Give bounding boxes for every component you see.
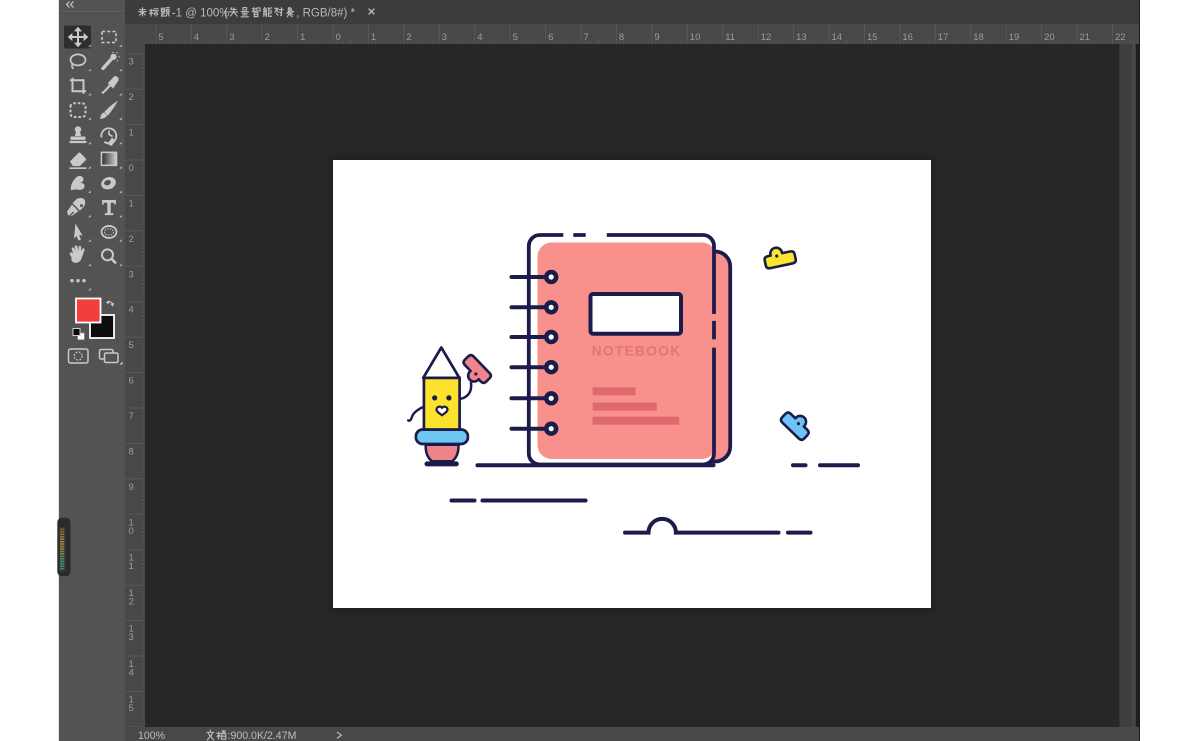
- svg-text:0: 0: [129, 163, 134, 174]
- svg-text:100%: 100%: [138, 730, 166, 741]
- svg-text:10: 10: [690, 32, 701, 43]
- svg-text:2: 2: [129, 92, 134, 103]
- svg-text:0: 0: [129, 526, 134, 537]
- svg-text:5: 5: [513, 32, 518, 43]
- svg-text:13: 13: [796, 32, 807, 43]
- svg-text:5: 5: [129, 703, 134, 714]
- svg-text:15: 15: [867, 32, 878, 43]
- svg-text:4: 4: [129, 305, 134, 316]
- svg-text:18: 18: [973, 32, 984, 43]
- svg-text:2: 2: [406, 32, 411, 43]
- svg-text:3: 3: [229, 32, 234, 43]
- svg-text:0: 0: [336, 32, 341, 43]
- svg-text:9: 9: [654, 32, 659, 43]
- svg-text:2: 2: [129, 597, 134, 608]
- svg-text:19: 19: [1009, 32, 1020, 43]
- svg-text:4: 4: [194, 32, 199, 43]
- svg-text:11: 11: [725, 32, 735, 43]
- svg-text:4: 4: [477, 32, 482, 43]
- svg-text:3: 3: [129, 632, 134, 643]
- svg-text:1: 1: [371, 32, 376, 43]
- svg-text:3: 3: [129, 269, 134, 280]
- svg-text:3: 3: [129, 57, 134, 68]
- svg-text:8: 8: [129, 446, 134, 457]
- svg-text:14: 14: [832, 32, 843, 43]
- svg-text:20: 20: [1044, 32, 1055, 43]
- svg-text:4: 4: [129, 668, 134, 679]
- svg-text:5: 5: [129, 340, 134, 351]
- svg-text:6: 6: [548, 32, 553, 43]
- svg-text:3: 3: [442, 32, 447, 43]
- svg-text:17: 17: [938, 32, 949, 43]
- svg-text:7: 7: [129, 411, 134, 422]
- svg-text:12: 12: [761, 32, 772, 43]
- svg-text:1: 1: [129, 198, 134, 209]
- svg-text:, RGB/8#) *: , RGB/8#) *: [296, 7, 355, 19]
- svg-text:8: 8: [619, 32, 624, 43]
- svg-text:1: 1: [129, 561, 134, 572]
- svg-text:NOTEBOOK: NOTEBOOK: [592, 343, 682, 359]
- svg-text:5: 5: [158, 32, 163, 43]
- svg-text:2: 2: [129, 234, 134, 245]
- svg-text:7: 7: [584, 32, 589, 43]
- svg-text:2: 2: [265, 32, 270, 43]
- svg-text:6: 6: [129, 376, 134, 387]
- svg-text:21: 21: [1080, 32, 1091, 43]
- svg-text:1: 1: [129, 128, 134, 139]
- svg-text:16: 16: [902, 32, 913, 43]
- svg-text:(: (: [224, 7, 228, 19]
- svg-text:9: 9: [129, 482, 134, 493]
- svg-text::900.0K/2.47M: :900.0K/2.47M: [228, 730, 297, 741]
- svg-text:-1 @ 100%: -1 @ 100%: [172, 7, 230, 19]
- svg-text:1: 1: [300, 32, 305, 43]
- svg-text:22: 22: [1115, 32, 1126, 43]
